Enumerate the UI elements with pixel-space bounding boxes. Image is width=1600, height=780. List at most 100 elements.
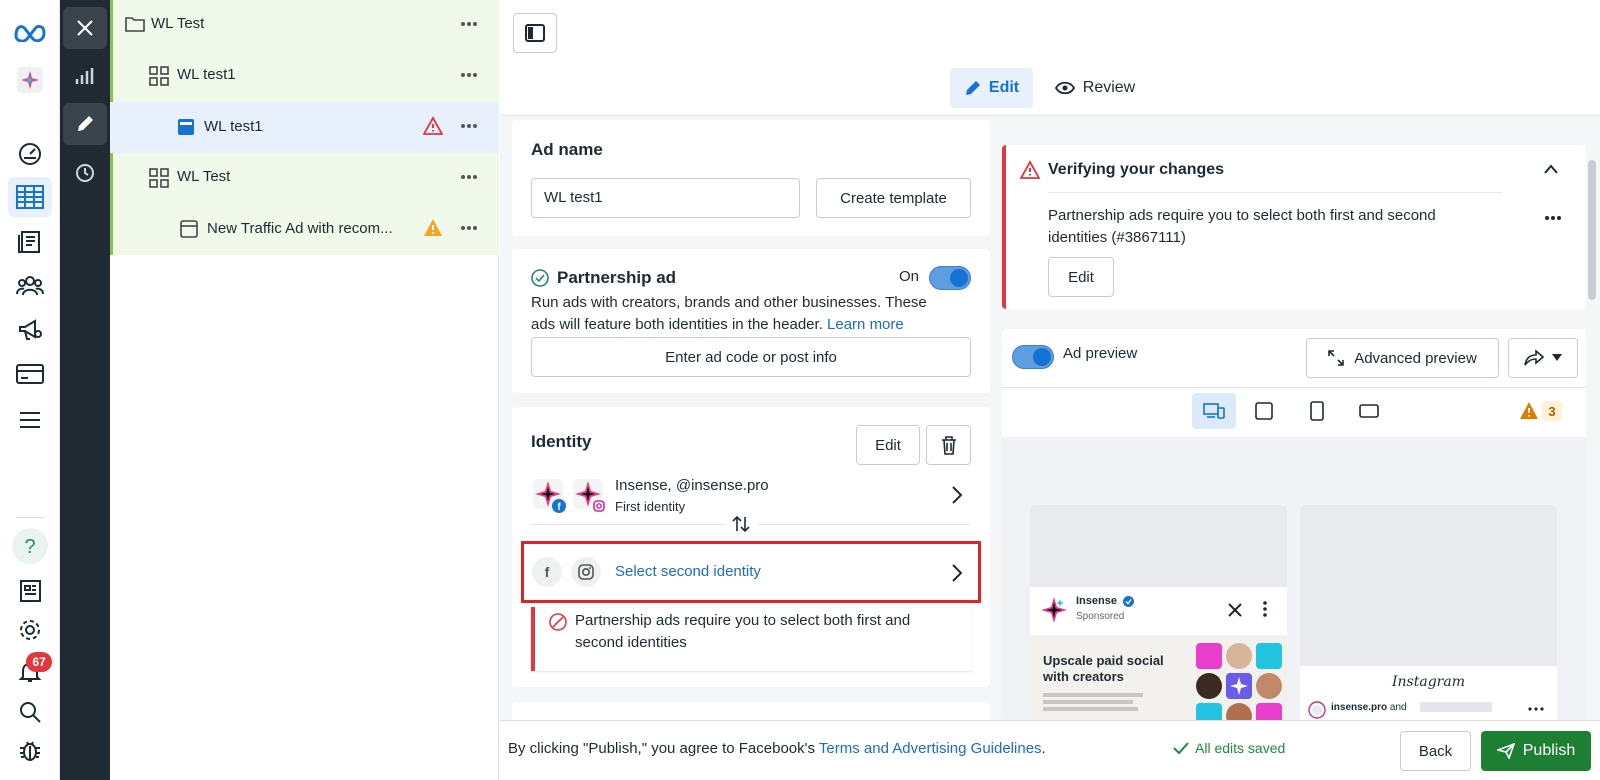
account-avatar-icon[interactable] (8, 60, 52, 100)
sidebar-toggle-icon (525, 24, 545, 42)
review-tab[interactable]: Review (1045, 68, 1145, 108)
fb-creative: Upscale paid social with creators (1030, 635, 1287, 720)
identity-error-text: Partnership ads require you to select bo… (575, 610, 965, 654)
more-options-icon[interactable] (1543, 213, 1563, 223)
enter-ad-code-button[interactable]: Enter ad code or post info (531, 337, 971, 377)
partnership-toggle-label: On (899, 268, 920, 285)
close-icon[interactable] (63, 7, 107, 49)
ad-name-input[interactable]: WL test1 (531, 178, 800, 218)
tree-row-ad[interactable]: New Traffic Ad with recom... (110, 204, 499, 255)
identity-edit-button[interactable]: Edit (856, 425, 920, 465)
ig-second-account-placeholder (1420, 702, 1492, 712)
search-icon[interactable] (8, 692, 52, 732)
tree-row-adset[interactable]: WL Test (110, 153, 499, 204)
verify-divider (1048, 192, 1502, 193)
edit-pencil-icon[interactable] (63, 103, 107, 145)
history-clock-icon[interactable] (63, 152, 107, 194)
partnership-desc: Run ads with creators, brands and other … (531, 292, 981, 336)
partnership-desc-line1: Run ads with creators, brands and other … (531, 294, 927, 311)
notifications-badge: 67 (26, 652, 52, 672)
tree-row-label: WL Test (151, 15, 205, 32)
folder-icon (125, 15, 145, 33)
billing-card-icon[interactable] (8, 354, 52, 394)
campaign-megaphone-icon[interactable] (8, 310, 52, 350)
publish-button[interactable]: Publish (1481, 731, 1591, 771)
learn-more-link[interactable]: Learn more (827, 316, 904, 333)
editor-mode-rail (60, 0, 110, 780)
ad-name-title: Ad name (531, 140, 603, 159)
meta-logo-icon[interactable] (8, 12, 52, 52)
share-preview-button[interactable] (1508, 338, 1578, 378)
tree-row-campaign[interactable]: WL Test (110, 0, 499, 51)
placement-all-devices-button[interactable] (1192, 393, 1236, 429)
tree-row-label: WL test1 (177, 66, 236, 83)
settings-gear-icon[interactable] (8, 610, 52, 650)
vertical-story-icon[interactable] (1309, 400, 1325, 422)
pencil-icon (965, 81, 980, 95)
ads-manager-table-icon[interactable] (8, 177, 52, 217)
horizontal-placement-icon[interactable] (1358, 403, 1380, 419)
identity-error-line1: Partnership ads require you to select bo… (575, 612, 911, 629)
select-second-identity-row[interactable]: f Select second identity (521, 541, 981, 603)
square-feed-icon[interactable] (1254, 401, 1274, 421)
adset-grid-icon (149, 168, 169, 188)
fb-body-placeholder (1043, 693, 1143, 697)
edit-tab[interactable]: Edit (950, 68, 1033, 108)
identity-error-line2: second identities (575, 634, 687, 651)
partnership-toggle[interactable] (929, 266, 971, 290)
identity-title: Identity (531, 432, 592, 451)
select-second-identity-link[interactable]: Select second identity (615, 563, 761, 580)
review-tab-label: Review (1082, 79, 1136, 96)
audiences-people-icon[interactable] (8, 266, 52, 306)
toggle-panel-button[interactable] (513, 13, 557, 53)
fb-body-placeholder (1043, 707, 1138, 711)
ad-preview-card: Ad preview Advanced preview 3 Insense Sp… (1002, 329, 1586, 720)
catalog-pages-icon[interactable] (8, 222, 52, 262)
verified-badge-icon (1123, 596, 1134, 607)
verify-title: Verifying your changes (1048, 161, 1225, 178)
chevron-right-icon (951, 563, 963, 583)
all-tools-menu-icon[interactable] (8, 400, 52, 440)
back-button[interactable]: Back (1400, 731, 1471, 771)
chevron-up-icon[interactable] (1543, 163, 1559, 175)
verify-edit-button[interactable]: Edit (1048, 257, 1114, 297)
verify-message: Partnership ads require you to select bo… (1048, 205, 1518, 249)
create-template-button[interactable]: Create template (816, 178, 971, 218)
instagram-feed-preview[interactable]: Instagram insense.pro and (1300, 505, 1557, 720)
tree-row-adset[interactable]: WL test1 (110, 51, 499, 102)
more-options-icon[interactable] (459, 116, 479, 136)
report-bug-icon[interactable] (8, 730, 52, 770)
instagram-account-avatar-icon (571, 477, 607, 513)
tree-row-ad-selected[interactable]: WL test1 (110, 102, 499, 153)
terms-link[interactable]: Terms and Advertising Guidelines (819, 740, 1042, 757)
ad-preview-toggle[interactable] (1012, 345, 1054, 369)
identity-error-banner: Partnership ads require you to select bo… (531, 607, 971, 671)
fb-headline: Upscale paid social with creators (1043, 653, 1164, 685)
more-options-icon[interactable] (459, 65, 479, 85)
ad-preview-label: Ad preview (1063, 345, 1138, 362)
instagram-logo: Instagram (1392, 674, 1465, 690)
more-options-icon[interactable] (459, 167, 479, 187)
more-options-icon[interactable] (459, 14, 479, 34)
global-nav: ? 67 (0, 0, 60, 780)
dashboard-gauge-icon[interactable] (8, 134, 52, 174)
fb-creative-tiles (1196, 643, 1286, 720)
chevron-right-icon (951, 485, 963, 505)
warning-icon[interactable] (1519, 401, 1539, 421)
publish-footer: By clicking "Publish," you agree to Face… (500, 720, 1600, 780)
partnership-title: Partnership ad (557, 268, 677, 287)
performance-chart-icon[interactable] (63, 55, 107, 97)
advanced-preview-button[interactable]: Advanced preview (1306, 338, 1499, 378)
preview-divider (1002, 387, 1586, 388)
ad-icon (177, 118, 195, 136)
ig-account-suffix: and (1389, 702, 1407, 713)
news-feed-icon[interactable] (8, 571, 52, 611)
delete-identity-button[interactable] (926, 425, 971, 465)
help-icon[interactable]: ? (8, 526, 52, 566)
partnership-desc-line2: ads will feature both identities in the … (531, 316, 823, 333)
facebook-feed-preview[interactable]: Insense Sponsored Upscale paid social wi… (1030, 505, 1287, 720)
edit-tab-label: Edit (988, 79, 1020, 96)
swap-identities-icon[interactable] (725, 514, 757, 534)
more-options-icon[interactable] (459, 218, 479, 238)
right-scrollbar[interactable] (1588, 160, 1596, 300)
